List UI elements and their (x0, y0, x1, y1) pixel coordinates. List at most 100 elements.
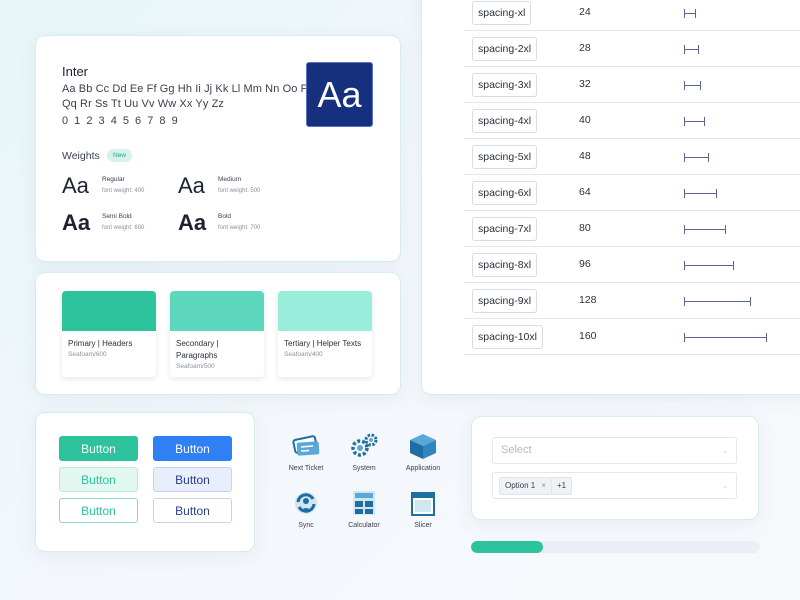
spacing-bar (684, 117, 705, 126)
weight-sample: Aa (178, 210, 207, 235)
weight-value: font weight: 700 (218, 225, 261, 231)
alphabet-line-2: Qq Rr Ss Tt Uu Vv Ww Xx Yy Zz (62, 98, 225, 110)
spacing-bar (684, 297, 751, 306)
weight-name: Bold (218, 213, 232, 220)
primary-outline-button[interactable]: Button (59, 498, 138, 523)
spacing-token[interactable]: spacing-5xl (472, 145, 538, 169)
icon-tile-system[interactable]: System (334, 432, 394, 472)
weight-regular: Aa Regular font weight: 400 (62, 173, 144, 199)
swatch-color (278, 291, 372, 331)
alphabet-line-1: Aa Bb Cc Dd Ee Ff Gg Hh Ii Jj Kk Ll Mm N… (62, 83, 315, 95)
spacing-row: spacing-4xl 40 (464, 103, 800, 139)
spacing-token[interactable]: spacing-2xl (472, 37, 538, 61)
icon-label: Sync (298, 522, 314, 529)
font-name: Inter (62, 64, 89, 79)
chevron-down-icon: ⌄ (722, 448, 728, 455)
spacing-bar (684, 189, 717, 198)
spacing-bar (684, 261, 734, 270)
progress-bar (471, 541, 760, 553)
weight-name: Regular (102, 176, 125, 183)
swatch-color (62, 291, 156, 331)
spacing-row: spacing-9xl 128 (464, 283, 800, 319)
weight-bold: Aa Bold font weight: 700 (178, 210, 260, 236)
secondary-solid-button[interactable]: Button (153, 436, 232, 461)
single-select-dropdown[interactable]: Select ⌄ (492, 437, 737, 464)
swatch-secondary[interactable]: Secondary | Paragraphs Seafoam/500 (170, 291, 264, 377)
spacing-value: 32 (579, 78, 591, 90)
next-ticket-icon (292, 435, 320, 456)
icon-tile-next-ticket[interactable]: Next Ticket (276, 432, 336, 472)
spacing-row: spacing-3xl 32 (464, 67, 800, 103)
swatch-primary[interactable]: Primary | Headers Seafoam/600 (62, 291, 156, 377)
spacing-bar (684, 81, 701, 90)
spacing-bar (684, 9, 696, 18)
icon-label: System (352, 465, 376, 472)
swatch-token: Seafoam/600 (68, 351, 107, 358)
swatch-label: Tertiary | Helper Texts (284, 339, 362, 348)
icon-tile-calculator[interactable]: Calculator (334, 489, 394, 529)
secondary-outline-button[interactable]: Button (153, 498, 232, 523)
sync-icon (295, 492, 317, 514)
chip-remove-icon[interactable]: × (541, 481, 546, 490)
spacing-value: 80 (579, 222, 591, 234)
icon-tile-slicer[interactable]: Slicer (393, 489, 453, 529)
color-palette-card: Primary | Headers Seafoam/600 Secondary … (35, 272, 401, 395)
multi-select-dropdown[interactable]: Option 1 × +1 ⌄ (492, 472, 737, 499)
spacing-row: spacing-6xl 64 (464, 175, 800, 211)
spacing-value: 48 (579, 150, 591, 162)
weight-sample: Aa (62, 173, 89, 198)
spacing-row: spacing-8xl 96 (464, 247, 800, 283)
spacing-bar (684, 333, 767, 342)
spacing-scale-card: spacing-xl 24 spacing-2xl 28 spacing-3xl 32 sp… (421, 0, 800, 395)
spacing-value: 160 (579, 330, 597, 342)
spacing-value: 28 (579, 42, 591, 54)
spacing-row: spacing-10xl 160 (464, 319, 800, 355)
weight-value: font weight: 400 (102, 188, 145, 194)
swatch-label: Primary | Headers (68, 339, 133, 348)
spacing-token[interactable]: spacing-10xl (472, 325, 543, 349)
spacing-value: 128 (579, 294, 597, 306)
icon-tile-application[interactable]: Application (393, 432, 453, 472)
weight-name: Medium (218, 176, 242, 183)
chip-label: Option 1 (505, 481, 536, 490)
select-placeholder: Select (501, 444, 532, 456)
swatch-color (170, 291, 264, 331)
secondary-soft-button[interactable]: Button (153, 467, 232, 492)
spacing-row: spacing-7xl 80 (464, 211, 800, 247)
weight-semibold: Aa Semi Bold font weight: 600 (62, 210, 144, 236)
weight-value: font weight: 600 (102, 225, 145, 231)
spacing-bar (684, 153, 709, 162)
spacing-row: spacing-xl 24 (464, 0, 800, 31)
spacing-value: 64 (579, 186, 591, 198)
weight-medium: Aa Medium font weight: 500 (178, 173, 260, 199)
spacing-token[interactable]: spacing-4xl (472, 109, 538, 133)
chevron-down-icon: ⌄ (722, 483, 728, 490)
spacing-bar (684, 45, 699, 54)
weight-name: Semi Bold (102, 213, 132, 220)
spacing-token[interactable]: spacing-xl (472, 1, 532, 25)
spacing-token[interactable]: spacing-9xl (472, 289, 538, 313)
swatch-token: Seafoam/500 (176, 363, 215, 370)
icon-label: Calculator (348, 522, 380, 529)
application-icon (410, 434, 436, 459)
spacing-token[interactable]: spacing-7xl (472, 217, 538, 241)
font-sample-tile: Aa (306, 62, 373, 127)
more-options-chip[interactable]: +1 (551, 477, 573, 495)
swatch-tertiary[interactable]: Tertiary | Helper Texts Seafoam/400 (278, 291, 372, 377)
spacing-value: 24 (579, 6, 591, 18)
spacing-token[interactable]: spacing-3xl (472, 73, 538, 97)
primary-solid-button[interactable]: Button (59, 436, 138, 461)
icon-tile-sync[interactable]: Sync (276, 489, 336, 529)
weight-sample: Aa (178, 173, 205, 198)
digits-line: 0 1 2 3 4 5 6 7 8 9 (62, 115, 180, 127)
spacing-row: spacing-5xl 48 (464, 139, 800, 175)
selected-option-chip: Option 1 × (499, 477, 552, 495)
spacing-value: 40 (579, 114, 591, 126)
spacing-row: spacing-2xl 28 (464, 31, 800, 67)
spacing-value: 96 (579, 258, 591, 270)
weight-value: font weight: 500 (218, 188, 261, 194)
icon-label: Application (405, 465, 441, 472)
spacing-token[interactable]: spacing-6xl (472, 181, 538, 205)
primary-soft-button[interactable]: Button (59, 467, 138, 492)
spacing-token[interactable]: spacing-8xl (472, 253, 538, 277)
